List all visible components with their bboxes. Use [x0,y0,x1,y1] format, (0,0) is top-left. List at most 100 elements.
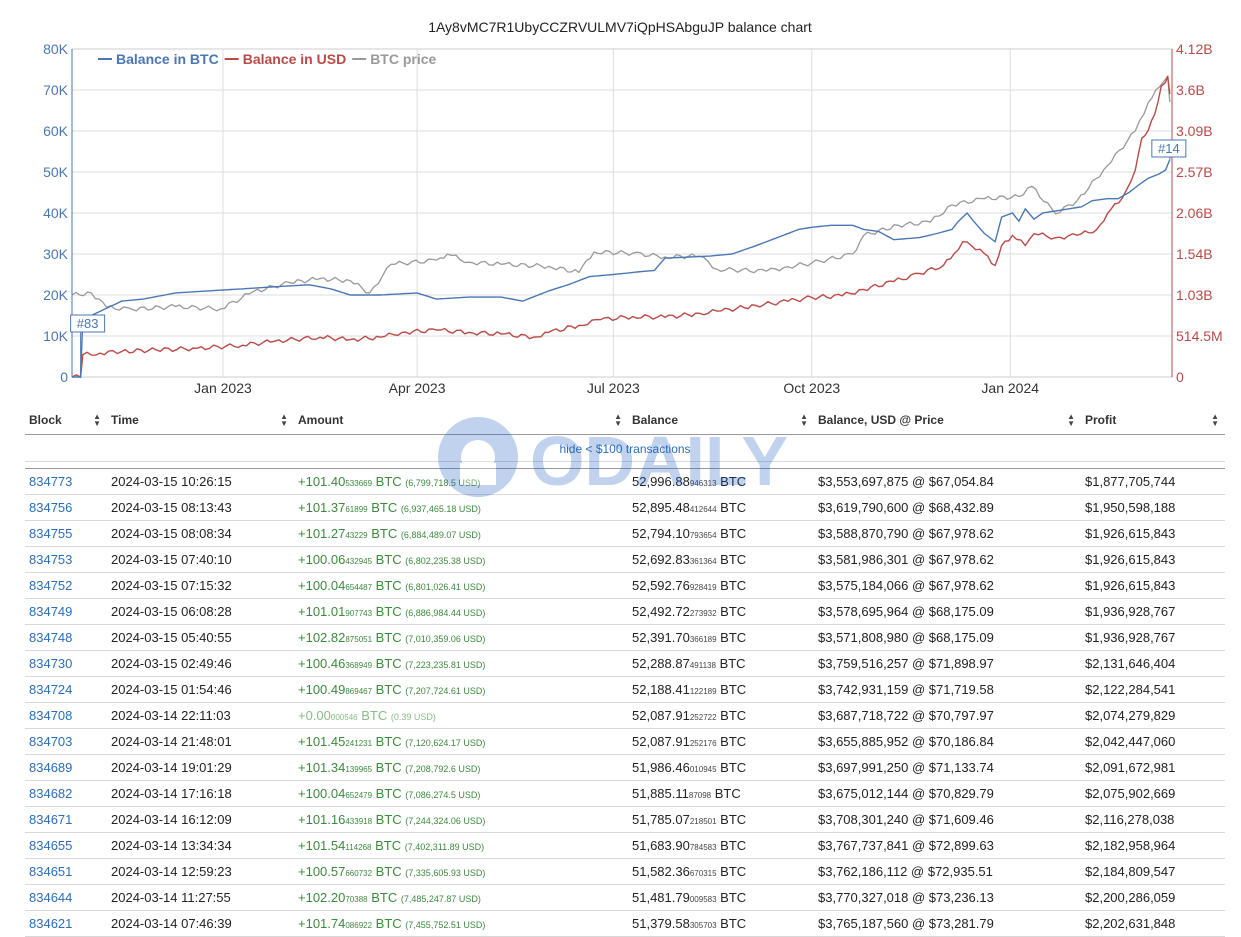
sort-icon[interactable]: ▲ ▼ [1211,413,1219,428]
block-link[interactable]: 834644 [29,890,72,905]
block-cell[interactable]: 834644 [25,884,107,911]
sort-icon[interactable]: ▲ ▼ [93,413,101,428]
balance-main: 52,391.70 [632,630,690,645]
block-link[interactable]: 834703 [29,734,72,749]
chart-legend[interactable]: Balance in BTC Balance in USD BTC price [98,51,437,67]
header-profit[interactable]: Profit ▲ ▼ [1081,406,1225,435]
amount-fraction: 086922 [345,921,373,930]
table-row: 834752 2024-03-15 07:15:32 +100.04654487 B… [25,572,1225,599]
header-balance-usd[interactable]: Balance, USD @ Price ▲ ▼ [814,406,1081,435]
amount-fraction: 432945 [345,557,373,566]
y-left-tick-label: 50K [43,164,69,180]
amount-fraction: 368949 [345,661,373,670]
time-value: 2024-03-14 13:34:34 [111,838,232,853]
block-link[interactable]: 834655 [29,838,72,853]
balance-cell: 52,492.72273932 BTC [628,598,814,625]
block-link[interactable]: 834773 [29,474,72,489]
block-link[interactable]: 834749 [29,604,72,619]
profit-value: $2,091,672,981 [1085,760,1176,775]
header-balance[interactable]: Balance ▲ ▼ [628,406,814,435]
balance-unit: BTC [716,916,747,931]
profit-cell: $2,202,631,848 [1081,910,1225,937]
sort-icon[interactable]: ▲ ▼ [280,413,288,428]
block-link[interactable]: 834755 [29,526,72,541]
profit-value: $1,950,598,188 [1085,500,1176,515]
balance-usd-value: $3,675,012,144 @ $70,829.79 [818,786,994,801]
amount-unit: BTC [372,812,406,827]
profit-cell: $2,131,646,404 [1081,650,1225,677]
block-cell[interactable]: 834730 [25,650,107,677]
amount-value: +101.74086922 BTC (7,455,752.51 USD) [298,916,485,931]
balance-usd-value: $3,762,186,112 @ $72,935.51 [818,864,993,879]
amount-main: +101.45 [298,734,346,749]
block-link[interactable]: 834651 [29,864,72,879]
balance-usd-value: $3,571,808,980 @ $68,175.09 [818,630,994,645]
amount-fraction: 907743 [345,609,373,618]
block-link[interactable]: 834724 [29,682,72,697]
block-cell[interactable]: 834756 [25,494,107,521]
amount-fraction: 654487 [345,583,373,592]
amount-main: +102.20 [298,890,346,905]
legend-item[interactable]: Balance in USD [224,51,346,67]
amount-unit: BTC [372,630,406,645]
block-cell[interactable]: 834753 [25,546,107,573]
balance-cell: 52,592.76928419 BTC [628,572,814,599]
balance-main: 51,582.36 [632,864,690,879]
amount-value: +101.3761899 BTC (6,937,465.18 USD) [298,500,481,515]
block-cell[interactable]: 834682 [25,780,107,807]
header-amount[interactable]: Amount ▲ ▼ [294,406,628,435]
profit-cell: $2,116,278,038 [1081,806,1225,833]
block-cell[interactable]: 834671 [25,806,107,833]
time-cell: 2024-03-14 21:48:01 [107,728,294,755]
block-cell[interactable]: 834708 [25,702,107,729]
block-cell[interactable]: 834773 [25,468,107,495]
block-link[interactable]: 834621 [29,916,72,931]
amount-fraction: 43229 [345,531,368,540]
block-link[interactable]: 834730 [29,656,72,671]
block-link[interactable]: 834752 [29,578,72,593]
block-link[interactable]: 834708 [29,708,72,723]
profit-value: $2,042,447,060 [1085,734,1176,749]
block-link[interactable]: 834756 [29,500,72,515]
block-link[interactable]: 834682 [29,786,72,801]
block-link[interactable]: 834748 [29,630,72,645]
block-cell[interactable]: 834752 [25,572,107,599]
block-link[interactable]: 834753 [29,552,72,567]
balance-fraction: 252722 [689,713,717,722]
amount-unit: BTC [367,500,401,515]
hide-small-transactions-link[interactable]: hide < $100 transactions [559,442,690,456]
block-cell[interactable]: 834651 [25,858,107,885]
sort-icon[interactable]: ▲ ▼ [1067,413,1075,428]
amount-value: +100.04652479 BTC (7,086,274.5 USD) [298,786,480,801]
profit-value: $1,926,615,843 [1085,552,1176,567]
header-time[interactable]: Time ▲ ▼ [107,406,294,435]
sort-icon[interactable]: ▲ ▼ [614,413,622,428]
amount-main: +101.16 [298,812,346,827]
amount-main: +101.27 [298,526,346,541]
balance-value: 51,582.36670315 BTC [632,864,746,879]
header-block[interactable]: Block ▲ ▼ [25,406,107,435]
block-cell[interactable]: 834689 [25,754,107,781]
block-cell[interactable]: 834703 [25,728,107,755]
block-link[interactable]: 834671 [29,812,72,827]
amount-main: +100.49 [298,682,346,697]
balance-usd-cell: $3,571,808,980 @ $68,175.09 [814,624,1081,651]
block-cell[interactable]: 834748 [25,624,107,651]
block-cell[interactable]: 834655 [25,832,107,859]
balance-fraction: 87098 [688,791,712,800]
balance-cell: 52,288.87491138 BTC [628,650,814,677]
block-cell[interactable]: 834621 [25,910,107,937]
balance-fraction: 670315 [689,869,717,878]
sort-icon[interactable]: ▲ ▼ [800,413,808,428]
block-cell[interactable]: 834749 [25,598,107,625]
block-cell[interactable]: 834724 [25,676,107,703]
amount-main: +101.74 [298,916,346,931]
amount-fraction: 433918 [345,817,373,826]
amount-cell: +101.2743229 BTC (6,884,489.07 USD) [294,520,628,547]
block-cell[interactable]: 834755 [25,520,107,547]
profit-cell: $2,200,286,059 [1081,884,1225,911]
amount-value: +100.06432945 BTC (6,802,235.38 USD) [298,552,485,567]
balance-unit: BTC [716,526,747,541]
legend-item[interactable]: Balance in BTC [98,51,219,67]
block-link[interactable]: 834689 [29,760,72,775]
